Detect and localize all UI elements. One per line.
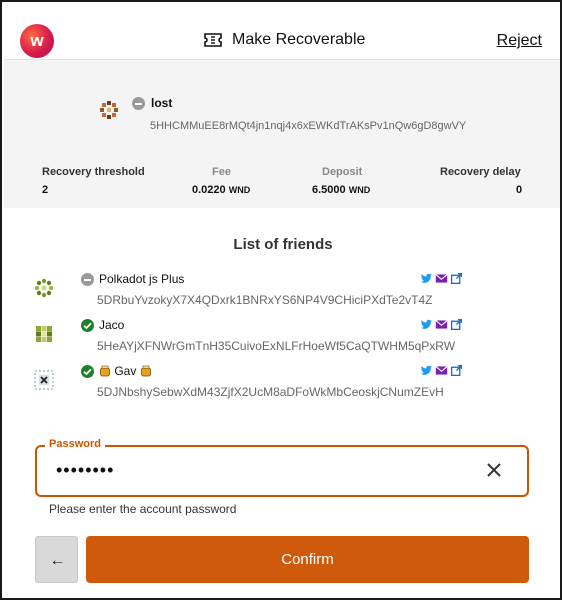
password-hint: Please enter the account password (49, 502, 237, 516)
jar-icon (140, 365, 151, 377)
clear-icon[interactable] (482, 458, 506, 482)
friends-list-title: List of friends (233, 236, 333, 253)
twitter-icon[interactable] (420, 364, 433, 377)
identicon-icon (99, 100, 119, 120)
password-label: Password (45, 438, 105, 450)
reject-link[interactable]: Reject (497, 32, 542, 50)
arrow-left-icon: ← (49, 552, 66, 569)
title-group: Make Recoverable (204, 28, 365, 52)
identicon-icon (34, 370, 54, 390)
back-button[interactable]: ← (35, 536, 78, 583)
email-icon[interactable] (435, 272, 448, 285)
friend-name: Gav (114, 364, 137, 378)
email-icon[interactable] (435, 318, 448, 331)
friend-name: Jaco (99, 318, 125, 332)
friend-name-row: Gav (99, 364, 152, 378)
social-links (420, 318, 463, 331)
friend-name: Polkadot js Plus (99, 272, 185, 286)
social-links (420, 272, 463, 285)
friend-address: 5DJNbshySebwXdM43ZjfX2UcM8aDFoWkMbCeoskj… (97, 385, 444, 399)
deposit-value: 6.5000 WND (312, 184, 371, 196)
verified-status-icon (81, 365, 94, 378)
identicon-icon (34, 278, 54, 298)
recovery-delay-value: 0 (516, 184, 523, 196)
fee-label: Fee (212, 166, 231, 178)
password-input[interactable]: •••••••• (56, 460, 456, 481)
email-icon[interactable] (435, 364, 448, 377)
recovery-delay-label: Recovery delay (440, 166, 521, 178)
identicon-icon (34, 324, 54, 344)
friend-address: 5HeAYjXFNWrGmTnH35CuivoExNLFrHoeWf5CaQTW… (97, 339, 456, 353)
external-link-icon[interactable] (450, 318, 463, 331)
friend-address: 5DRbuYvzokyX7X4QDxrk1BNRxYS6NP4V9CHiciPX… (97, 293, 433, 307)
page-title: Make Recoverable (232, 31, 366, 48)
lost-account-address: 5HHCMMuEE8rMQt4jn1nqj4x6xEWKdTrAKsPv1nQw… (150, 120, 467, 132)
friend-item: Polkadot js Plus 5DRbuYvzokyX7X4QDxrk1BN… (2, 270, 562, 316)
friend-item: Jaco 5HeAYjXFNWrGmTnH35CuivoExNLFrHoeWf5… (2, 316, 562, 362)
confirm-button[interactable]: Confirm (86, 536, 529, 583)
lost-account-panel: lost 5HHCMMuEE8rMQt4jn1nqj4x6xEWKdTrAKsP… (4, 60, 560, 208)
fee-value: 0.0220 WND (192, 184, 251, 196)
unverified-status-icon (81, 273, 94, 286)
twitter-icon[interactable] (420, 272, 433, 285)
verified-status-icon (81, 319, 94, 332)
extension-popup: w Make Recoverable Reject lost 5HHCMMuEE… (0, 0, 562, 600)
header: w Make Recoverable Reject (4, 4, 560, 60)
jar-icon (100, 365, 110, 377)
lost-account-name: lost (151, 96, 173, 110)
recovery-threshold-label: Recovery threshold (42, 166, 145, 178)
unverified-status-icon (132, 97, 145, 110)
recovery-threshold-value: 2 (42, 184, 49, 196)
external-link-icon[interactable] (450, 272, 463, 285)
deposit-label: Deposit (322, 166, 363, 178)
twitter-icon[interactable] (420, 318, 433, 331)
ticket-icon (204, 33, 222, 47)
social-links (420, 364, 463, 377)
friend-item: Gav 5DJNbshySebwXdM43ZjfX2UcM8aDFoWkMbCe… (2, 362, 562, 408)
external-link-icon[interactable] (450, 364, 463, 377)
app-logo: w (20, 24, 54, 58)
